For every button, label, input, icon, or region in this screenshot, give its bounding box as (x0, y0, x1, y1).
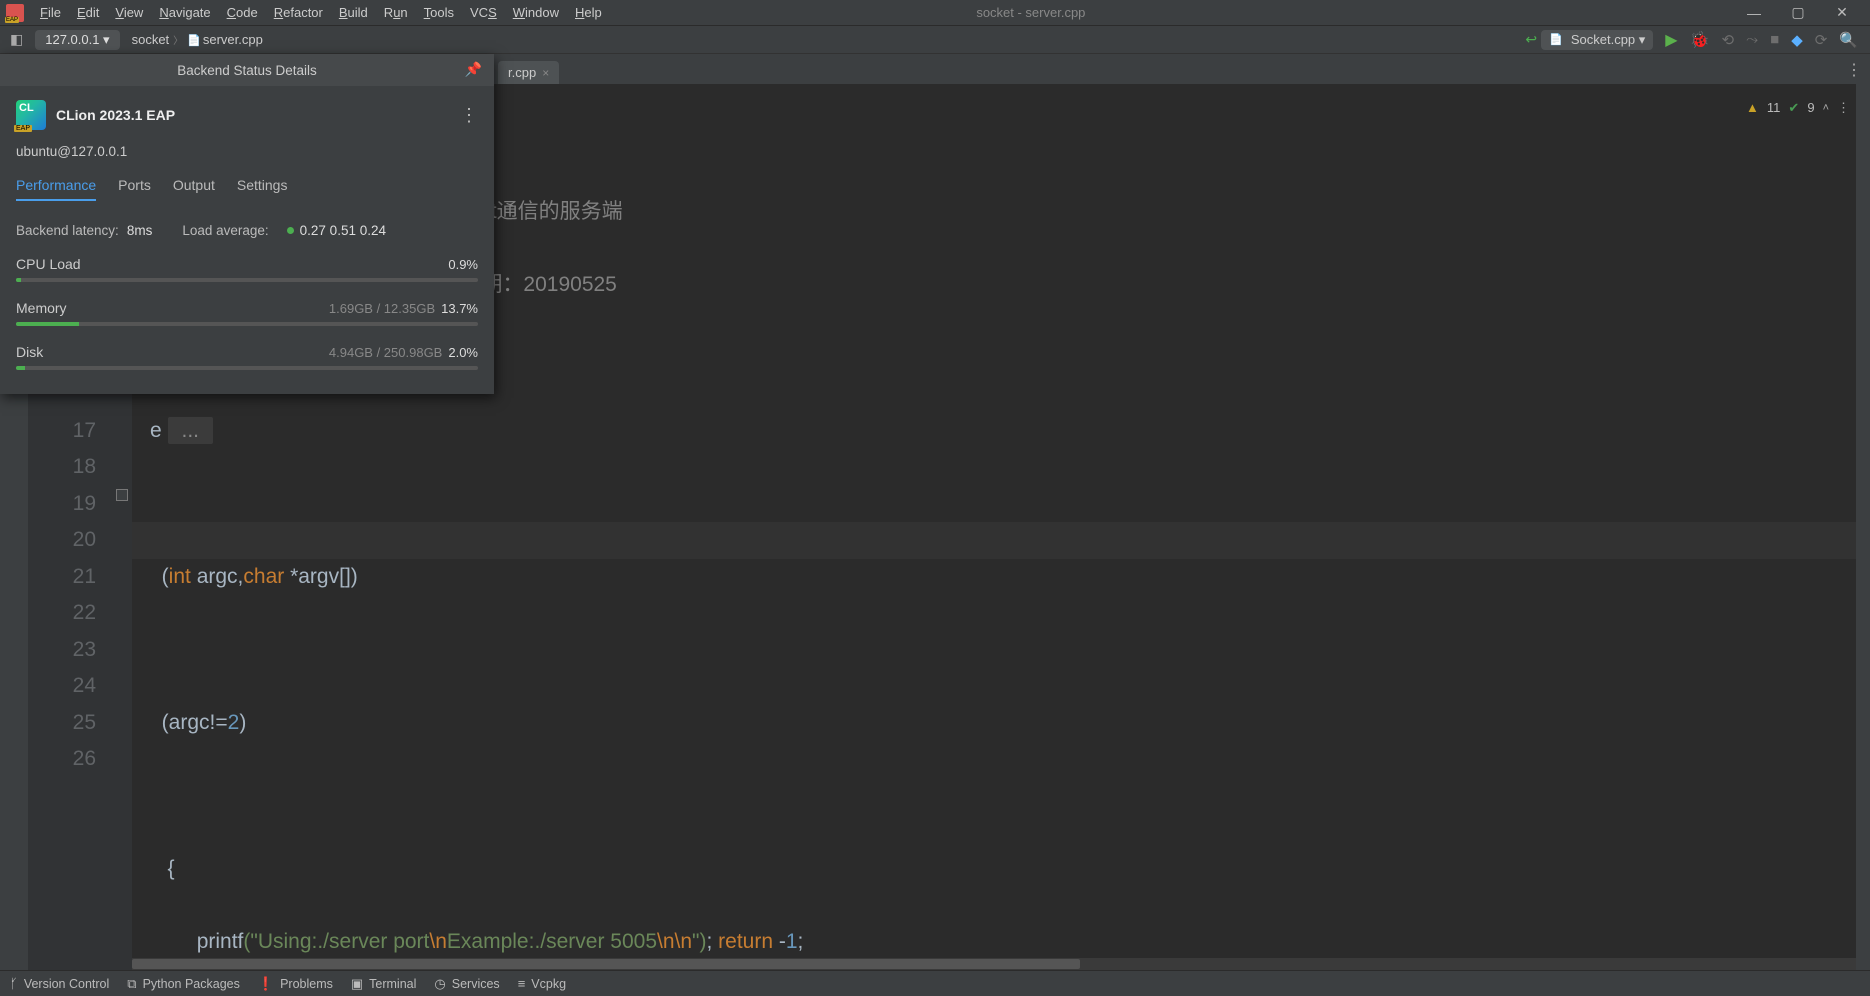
app-icon (6, 4, 24, 22)
menu-navigate[interactable]: Navigate (151, 5, 218, 20)
breadcrumb-separator: 〉 (173, 32, 183, 47)
latency-label: Backend latency: (16, 223, 119, 238)
popup-title: Backend Status Details (177, 63, 317, 78)
services-icon: ◷ (434, 976, 445, 992)
editor-tab-label: r.cpp (508, 65, 536, 80)
backend-product-name: CLion 2023.1 EAP (56, 107, 175, 123)
warning-icon: ▲ (1746, 90, 1759, 127)
backend-host: ubuntu@127.0.0.1 (16, 144, 478, 159)
run-config-label: Socket.cpp ▾ (1571, 32, 1645, 48)
right-tool-stripe[interactable] (1856, 54, 1870, 970)
debug-button[interactable]: 🐞 (1684, 30, 1716, 50)
editor-tab-server[interactable]: r.cpp × (498, 61, 559, 84)
metric-value: 0.9% (448, 257, 478, 272)
breadcrumb-file-label: server.cpp (203, 32, 263, 47)
window-minimize-button[interactable]: — (1732, 5, 1776, 21)
menu-file[interactable]: File (32, 5, 69, 20)
popup-more-icon[interactable]: ⋮ (460, 105, 478, 126)
cpp-run-icon: 📄 (1549, 33, 1563, 46)
weak-warning-count: 9 (1807, 90, 1814, 127)
status-dot-icon (287, 227, 294, 234)
remote-host-selector[interactable]: 127.0.0.1 ▾ (35, 30, 119, 50)
bottom-tool-bar: ᚶVersion Control ⧉Python Packages ❗Probl… (0, 970, 1870, 996)
toolwin-problems[interactable]: ❗Problems (258, 976, 333, 992)
menu-edit[interactable]: Edit (69, 5, 107, 20)
branch-icon: ᚶ (10, 976, 18, 991)
load-label: Load average: (182, 223, 268, 238)
metric-bar (16, 278, 478, 282)
backend-brand-row: CLion 2023.1 EAP ⋮ (16, 100, 478, 130)
weak-warning-icon: ✔ (1788, 90, 1799, 127)
update-button[interactable]: ⟳ (1809, 31, 1834, 49)
metric-disk: Disk 4.94GB / 250.98GB2.0% (16, 344, 478, 370)
metric-label: CPU Load (16, 256, 81, 272)
latency-row: Backend latency: 8ms Load average: 0.27 … (16, 223, 478, 238)
scrollbar-thumb[interactable] (132, 959, 1080, 969)
vcpkg-icon: ≡ (518, 976, 526, 991)
inspection-summary[interactable]: ▲11 ✔9 ˄ ⋮ (1746, 90, 1850, 127)
popup-header: Backend Status Details 📌 (0, 54, 494, 86)
backend-status-popup: Backend Status Details 📌 CLion 2023.1 EA… (0, 54, 494, 394)
menu-view[interactable]: View (107, 5, 151, 20)
window-title: socket - server.cpp (330, 5, 1732, 20)
popup-tab-ports[interactable]: Ports (118, 177, 151, 201)
load-values: 0.27 0.51 0.24 (300, 223, 386, 238)
menu-refactor[interactable]: Refactor (266, 5, 331, 20)
breadcrumb-project[interactable]: socket (128, 32, 174, 47)
pin-icon[interactable]: 📌 (465, 61, 482, 78)
chevron-up-icon[interactable]: ˄ (1823, 90, 1829, 127)
terminal-icon: ▣ (351, 976, 363, 992)
search-everywhere-button[interactable]: 🔍 (1833, 31, 1864, 49)
coverage-button[interactable]: ⟲ (1716, 31, 1741, 49)
folded-region[interactable]: ... (168, 417, 214, 444)
current-line-highlight (132, 522, 1870, 559)
sync-icon[interactable]: ↩ (1521, 31, 1541, 48)
toolwin-python-packages[interactable]: ⧉Python Packages (127, 976, 240, 992)
window-maximize-button[interactable]: ▢ (1776, 4, 1820, 21)
clion-logo-icon (16, 100, 46, 130)
window-close-button[interactable]: ✕ (1820, 4, 1864, 21)
popup-tabs: Performance Ports Output Settings (16, 177, 478, 201)
metric-cpu: CPU Load 0.9% (16, 256, 478, 282)
latency-value: 8ms (127, 223, 153, 238)
menu-code[interactable]: Code (219, 5, 266, 20)
stop-button[interactable]: ■ (1764, 31, 1785, 48)
run-config-selector[interactable]: 📄 Socket.cpp ▾ (1541, 30, 1653, 50)
toolwin-terminal[interactable]: ▣Terminal (351, 976, 417, 992)
code-with-me-icon[interactable]: ◆ (1785, 31, 1809, 49)
project-toggle-icon[interactable]: ◧ (6, 31, 27, 48)
popup-tab-output[interactable]: Output (173, 177, 215, 201)
profile-button[interactable]: ⤳ (1740, 31, 1764, 48)
fold-toggle-icon[interactable] (116, 489, 128, 501)
run-button[interactable]: ▶ (1659, 30, 1683, 50)
toolwin-services[interactable]: ◷Services (434, 976, 499, 992)
navigation-toolbar: ◧ 127.0.0.1 ▾ socket 〉 📄server.cpp ↩ 📄So… (0, 26, 1870, 54)
package-icon: ⧉ (127, 976, 136, 992)
problems-icon: ❗ (258, 976, 274, 992)
metric-memory: Memory 1.69GB / 12.35GB13.7% (16, 300, 478, 326)
toolwin-vcpkg[interactable]: ≡Vcpkg (518, 976, 566, 991)
inspection-more-icon[interactable]: ⋮ (1837, 90, 1850, 127)
cpp-file-icon: 📄 (187, 35, 201, 47)
main-menu-bar: File Edit View Navigate Code Refactor Bu… (0, 0, 1870, 26)
close-tab-icon[interactable]: × (542, 66, 549, 80)
toolwin-version-control[interactable]: ᚶVersion Control (10, 976, 109, 991)
popup-tab-performance[interactable]: Performance (16, 177, 96, 201)
horizontal-scrollbar[interactable] (132, 958, 1856, 970)
popup-tab-settings[interactable]: Settings (237, 177, 288, 201)
breadcrumb-file[interactable]: 📄server.cpp (183, 32, 267, 47)
warning-count: 11 (1767, 90, 1781, 127)
